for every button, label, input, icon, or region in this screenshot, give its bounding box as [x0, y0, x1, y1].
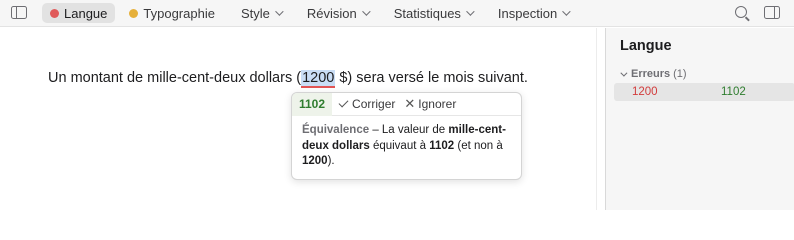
panel-title: Langue	[620, 38, 672, 54]
fix-button[interactable]: Corriger	[338, 97, 396, 111]
fix-label: Corriger	[352, 97, 396, 111]
errors-section-header[interactable]: Erreurs (1)	[620, 68, 687, 80]
text-before: Un montant de mille-cent-deux dollars (	[48, 70, 302, 86]
text: ).	[327, 155, 335, 167]
divider	[596, 28, 597, 210]
close-icon: ✕	[404, 96, 416, 111]
chevron-down-icon	[361, 7, 371, 16]
tab-bar: Langue Typographie Style Révision Statis…	[42, 3, 582, 23]
toolbar: Langue Typographie Style Révision Statis…	[0, 0, 794, 27]
yellow-dot-icon	[129, 8, 139, 18]
suggestion-button[interactable]: 1102	[292, 93, 333, 116]
text: – La valeur de	[369, 124, 449, 136]
popover-header: 1102 Corriger ✕ Ignorer	[292, 93, 521, 116]
error-row[interactable]: 1200 1102	[614, 83, 794, 101]
tab-langue[interactable]: Langue	[42, 3, 116, 23]
inspector-panel: Langue Erreurs (1) 1200 1102	[606, 28, 794, 210]
tab-label: Révision	[306, 5, 357, 21]
chevron-down-icon	[275, 7, 284, 16]
tab-label: Style	[240, 5, 270, 21]
wrong-value: 1200	[302, 155, 328, 167]
explanation-text: Équivalence – La valeur de mille-cent-de…	[292, 116, 521, 177]
text: (et non à	[454, 139, 503, 152]
error-correction: 1102	[721, 86, 746, 98]
chevron-down-icon	[620, 69, 628, 77]
tab-label: Langue	[64, 5, 108, 21]
section-count: (1)	[673, 68, 687, 80]
tab-revision[interactable]: Révision	[299, 3, 376, 23]
chevron-down-icon	[562, 7, 571, 16]
search-icon[interactable]	[735, 6, 747, 18]
section-label: Erreurs	[631, 68, 671, 80]
error-original: 1200	[632, 86, 658, 98]
document-text[interactable]: Un montant de mille-cent-deux dollars (1…	[48, 70, 528, 88]
inspector-toggle-icon[interactable]	[764, 6, 780, 19]
rule-name: Équivalence	[302, 124, 370, 136]
suggestion-popover: 1102 Corriger ✕ Ignorer Équivalence – La…	[291, 92, 522, 180]
check-icon	[338, 97, 349, 108]
tab-statistiques[interactable]: Statistiques	[386, 3, 480, 23]
tab-label: Typographie	[143, 5, 215, 21]
tab-inspection[interactable]: Inspection	[490, 3, 576, 23]
text: équivaut à	[369, 139, 430, 152]
red-dot-icon	[50, 8, 59, 18]
tab-typographie[interactable]: Typographie	[121, 3, 223, 23]
sidebar-toggle-icon[interactable]	[11, 6, 27, 19]
tab-label: Inspection	[497, 5, 558, 21]
tab-label: Statistiques	[393, 5, 461, 21]
correct-value: 1102	[429, 139, 455, 152]
ignore-label: Ignorer	[418, 97, 457, 111]
text-after: $) sera versé le mois suivant.	[335, 70, 528, 86]
tab-style[interactable]: Style	[233, 3, 289, 23]
chevron-down-icon	[466, 7, 475, 16]
error-highlight[interactable]: 1200	[301, 70, 336, 88]
ignore-button[interactable]: ✕ Ignorer	[404, 96, 456, 112]
